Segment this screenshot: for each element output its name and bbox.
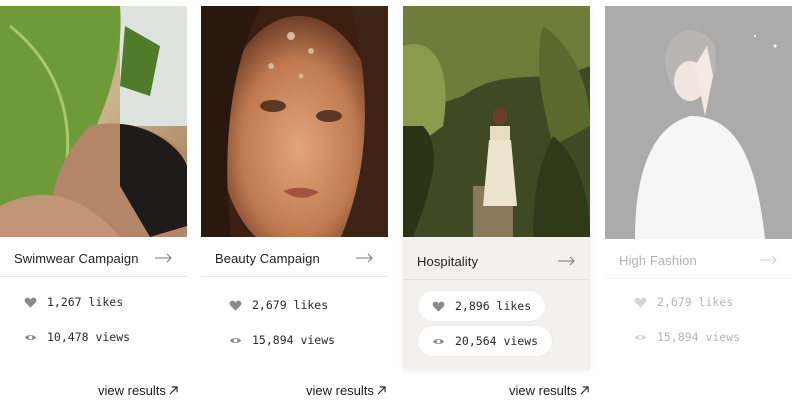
card-title: Swimwear Campaign [14, 250, 139, 266]
views-stat: 15,894 views [634, 330, 740, 344]
card-high-fashion[interactable]: High Fashion 2,679 likes 15,894 views [605, 6, 792, 366]
divider [403, 279, 590, 280]
likes-count: 1,267 likes [47, 295, 124, 309]
arrow-up-right-icon [580, 386, 589, 395]
divider [605, 278, 792, 279]
eye-icon [432, 338, 445, 344]
likes-count: 2,679 likes [657, 295, 734, 309]
card-title-row[interactable]: High Fashion [605, 241, 792, 279]
arrow-right-icon [760, 255, 777, 265]
card-title: High Fashion [619, 252, 697, 268]
views-stat: 10,478 views [24, 330, 130, 344]
divider [201, 276, 388, 277]
card-image [0, 6, 187, 237]
card-hospitality[interactable]: Hospitality 2,896 likes 20,564 views [403, 6, 590, 370]
view-results-link[interactable]: view results [98, 383, 178, 398]
divider [0, 276, 187, 277]
views-count: 10,478 views [47, 330, 131, 344]
card-title-row[interactable]: Beauty Campaign [201, 239, 388, 277]
arrow-right-icon [356, 253, 373, 263]
views-count: 15,894 views [657, 330, 741, 344]
card-image [403, 6, 590, 237]
likes-stat: 2,679 likes [634, 295, 733, 309]
view-results-label: view results [306, 383, 374, 398]
view-results-link[interactable]: view results [509, 383, 589, 398]
arrow-up-right-icon [169, 386, 178, 395]
card-image [201, 6, 388, 237]
eye-icon [229, 337, 242, 343]
view-results-label: view results [509, 383, 577, 398]
eye-icon [634, 334, 647, 340]
card-title-row[interactable]: Swimwear Campaign [0, 239, 187, 277]
card-title-row[interactable]: Hospitality [403, 242, 590, 280]
eye-icon [24, 334, 37, 340]
arrow-right-icon [155, 253, 172, 263]
heart-icon [24, 297, 37, 308]
likes-stat: 2,896 likes [418, 291, 546, 321]
likes-stat: 1,267 likes [24, 295, 123, 309]
arrow-right-icon [558, 256, 575, 266]
heart-icon [432, 301, 445, 312]
card-swimwear[interactable]: Swimwear Campaign 1,267 likes 10,478 vie… [0, 6, 187, 366]
views-count: 20,564 views [455, 334, 539, 348]
view-results-label: view results [98, 383, 166, 398]
card-title: Beauty Campaign [215, 250, 320, 266]
arrow-up-right-icon [377, 386, 386, 395]
views-stat: 20,564 views [418, 326, 553, 356]
views-count: 15,894 views [252, 333, 336, 347]
likes-count: 2,679 likes [252, 298, 329, 312]
heart-icon [229, 300, 242, 311]
card-title: Hospitality [417, 253, 479, 269]
card-beauty[interactable]: Beauty Campaign 2,679 likes 15,894 views [201, 6, 388, 366]
likes-count: 2,896 likes [455, 299, 532, 313]
views-stat: 15,894 views [229, 333, 335, 347]
likes-stat: 2,679 likes [229, 298, 328, 312]
heart-icon [634, 297, 647, 308]
card-image [605, 6, 792, 239]
view-results-link[interactable]: view results [306, 383, 386, 398]
